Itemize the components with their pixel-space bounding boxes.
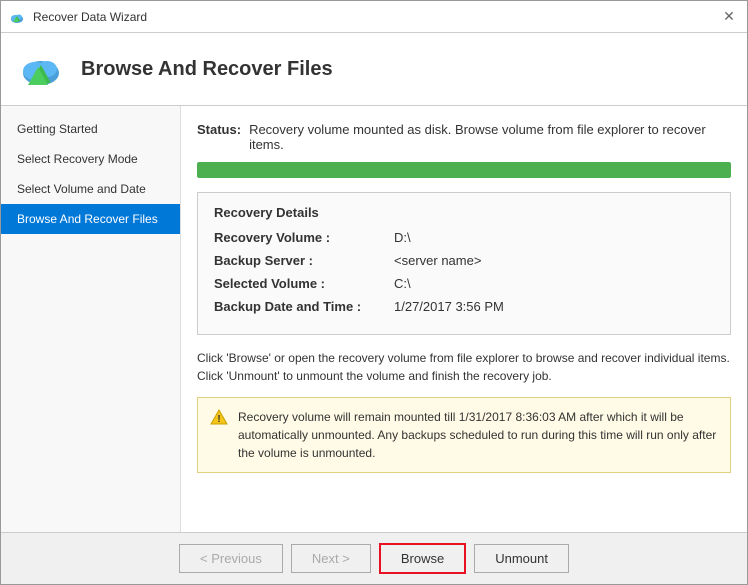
- status-text: Recovery volume mounted as disk. Browse …: [249, 122, 731, 152]
- detail-label-selected-volume: Selected Volume :: [214, 276, 394, 291]
- detail-label-recovery-volume: Recovery Volume :: [214, 230, 394, 245]
- sidebar-item-browse-recover[interactable]: Browse And Recover Files: [1, 204, 180, 234]
- title-bar-text: Recover Data Wizard: [33, 10, 147, 24]
- warning-text: Recovery volume will remain mounted till…: [238, 408, 718, 462]
- warning-box: ! Recovery volume will remain mounted ti…: [197, 397, 731, 473]
- warning-icon: !: [210, 408, 228, 426]
- recovery-details-title: Recovery Details: [214, 205, 714, 220]
- header-title: Browse And Recover Files: [81, 58, 333, 81]
- title-bar-left: Recover Data Wizard: [9, 9, 147, 25]
- progress-bar-container: [197, 162, 731, 178]
- previous-button[interactable]: < Previous: [179, 544, 283, 573]
- detail-row-backup-date: Backup Date and Time : 1/27/2017 3:56 PM: [214, 299, 714, 314]
- detail-value-backup-server: <server name>: [394, 253, 481, 268]
- sidebar-item-select-recovery-mode[interactable]: Select Recovery Mode: [1, 144, 180, 174]
- body: Getting Started Select Recovery Mode Sel…: [1, 106, 747, 532]
- header: Browse And Recover Files: [1, 33, 747, 106]
- svg-text:!: !: [217, 414, 220, 425]
- header-icon: [17, 45, 65, 93]
- app-icon: [9, 9, 25, 25]
- sidebar-item-select-volume-date[interactable]: Select Volume and Date: [1, 174, 180, 204]
- detail-value-backup-date: 1/27/2017 3:56 PM: [394, 299, 504, 314]
- detail-row-backup-server: Backup Server : <server name>: [214, 253, 714, 268]
- browse-button[interactable]: Browse: [379, 543, 466, 574]
- info-text: Click 'Browse' or open the recovery volu…: [197, 349, 731, 385]
- main-content: Status: Recovery volume mounted as disk.…: [181, 106, 747, 532]
- unmount-button[interactable]: Unmount: [474, 544, 569, 573]
- sidebar-item-getting-started[interactable]: Getting Started: [1, 114, 180, 144]
- status-row: Status: Recovery volume mounted as disk.…: [197, 122, 731, 152]
- close-button[interactable]: ✕: [719, 7, 739, 27]
- main-window: Recover Data Wizard ✕ Browse And Recover…: [0, 0, 748, 585]
- next-button[interactable]: Next >: [291, 544, 371, 573]
- title-bar: Recover Data Wizard ✕: [1, 1, 747, 33]
- detail-row-recovery-volume: Recovery Volume : D:\: [214, 230, 714, 245]
- recovery-details-box: Recovery Details Recovery Volume : D:\ B…: [197, 192, 731, 335]
- detail-value-selected-volume: C:\: [394, 276, 411, 291]
- detail-value-recovery-volume: D:\: [394, 230, 411, 245]
- status-label: Status:: [197, 122, 241, 137]
- progress-bar-fill: [197, 162, 731, 178]
- sidebar: Getting Started Select Recovery Mode Sel…: [1, 106, 181, 532]
- detail-row-selected-volume: Selected Volume : C:\: [214, 276, 714, 291]
- detail-label-backup-server: Backup Server :: [214, 253, 394, 268]
- footer: < Previous Next > Browse Unmount: [1, 532, 747, 584]
- detail-label-backup-date: Backup Date and Time :: [214, 299, 394, 314]
